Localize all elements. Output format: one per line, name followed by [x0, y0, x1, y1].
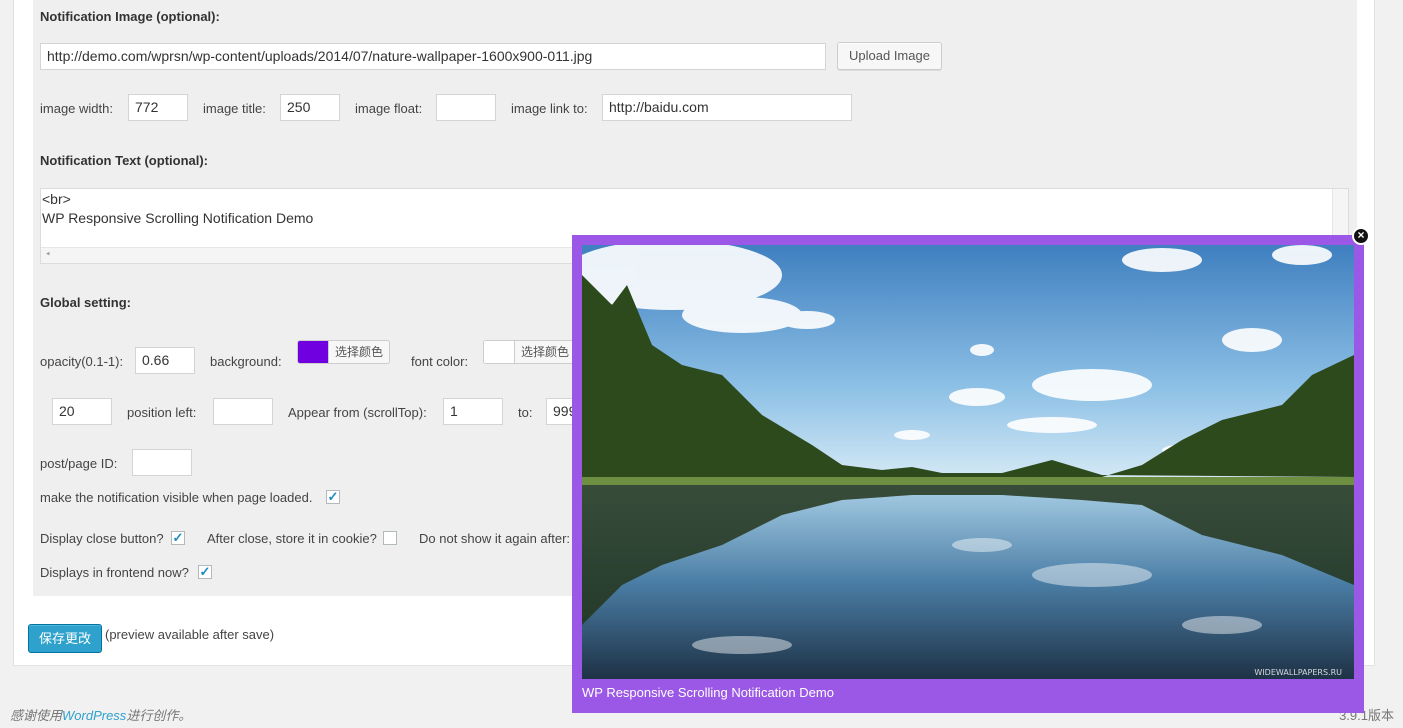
position-left-input[interactable] [213, 398, 273, 425]
background-color-picker[interactable]: 选择颜色 [297, 340, 390, 364]
frontend-label: Displays in frontend now? [40, 565, 189, 580]
display-close-checkbox[interactable]: ✓ [171, 531, 185, 545]
image-url-input[interactable]: http://demo.com/wprsn/wp-content/uploads… [40, 43, 826, 70]
post-id-input[interactable] [132, 449, 192, 476]
image-float-input[interactable] [436, 94, 496, 121]
image-width-input[interactable]: 772 [128, 94, 188, 121]
notification-text-heading: Notification Text (optional): [40, 153, 209, 168]
global-setting-heading: Global setting: [40, 295, 131, 310]
display-close-label: Display close button? [40, 531, 164, 546]
visible-on-load-label: make the notification visible when page … [40, 490, 313, 505]
close-icon[interactable]: × [1352, 227, 1370, 245]
notification-caption: WP Responsive Scrolling Notification Dem… [582, 685, 834, 700]
post-id-label: post/page ID: [40, 456, 118, 471]
save-changes-button[interactable]: 保存更改 [28, 624, 102, 653]
image-title-input[interactable]: 250 [280, 94, 340, 121]
to-label: to: [518, 405, 533, 420]
opacity-label: opacity(0.1-1): [40, 354, 124, 369]
image-float-label: image float: [355, 101, 423, 116]
background-label: background: [210, 354, 282, 369]
upload-image-button[interactable]: Upload Image [837, 42, 942, 70]
text-line-2: WP Responsive Scrolling Notification Dem… [42, 210, 314, 226]
appear-from-label: Appear from (scrollTop): [288, 405, 427, 420]
font-color-picker[interactable]: 选择颜色 [483, 340, 576, 364]
footer-thanks-prefix: 感谢使用 [10, 708, 63, 723]
image-title-label: image title: [203, 101, 266, 116]
image-watermark: WIDEWALLPAPERS.RU [1254, 668, 1342, 677]
scroll-left-arrow-icon[interactable]: ◂ [45, 249, 50, 259]
preview-note: (preview available after save) [105, 627, 275, 642]
image-width-label: image width: [40, 101, 113, 116]
background-color-swatch[interactable] [298, 341, 328, 363]
store-cookie-label: After close, store it in cookie? [207, 531, 377, 546]
font-color-label: font color: [411, 354, 469, 369]
do-not-show-label: Do not show it again after: [419, 531, 571, 546]
text-line-1: <br> [42, 191, 71, 207]
lake-landscape-image: WIDEWALLPAPERS.RU [582, 245, 1354, 679]
notification-popup: WIDEWALLPAPERS.RU WP Responsive Scrollin… [572, 235, 1364, 713]
visible-on-load-checkbox[interactable]: ✓ [326, 490, 340, 504]
appear-from-input[interactable]: 1 [443, 398, 503, 425]
opacity-input[interactable]: 0.66 [135, 347, 195, 374]
footer-credit: 感谢使用WordPress进行创作。 [10, 705, 191, 724]
store-cookie-checkbox[interactable] [383, 531, 397, 545]
position-top-input[interactable]: 20 [52, 398, 112, 425]
frontend-checkbox[interactable]: ✓ [198, 565, 212, 579]
position-left-label: position left: [127, 405, 197, 420]
background-color-button[interactable]: 选择颜色 [328, 341, 389, 363]
footer-thanks-suffix: 进行创作。 [126, 708, 192, 723]
notification-image[interactable]: WIDEWALLPAPERS.RU [582, 245, 1354, 679]
font-color-button[interactable]: 选择颜色 [514, 341, 575, 363]
notification-image-heading: Notification Image (optional): [40, 9, 220, 24]
wordpress-link[interactable]: WordPress [62, 708, 126, 723]
image-link-label: image link to: [511, 101, 588, 116]
font-color-swatch[interactable] [484, 341, 514, 363]
image-link-input[interactable]: http://baidu.com [602, 94, 852, 121]
